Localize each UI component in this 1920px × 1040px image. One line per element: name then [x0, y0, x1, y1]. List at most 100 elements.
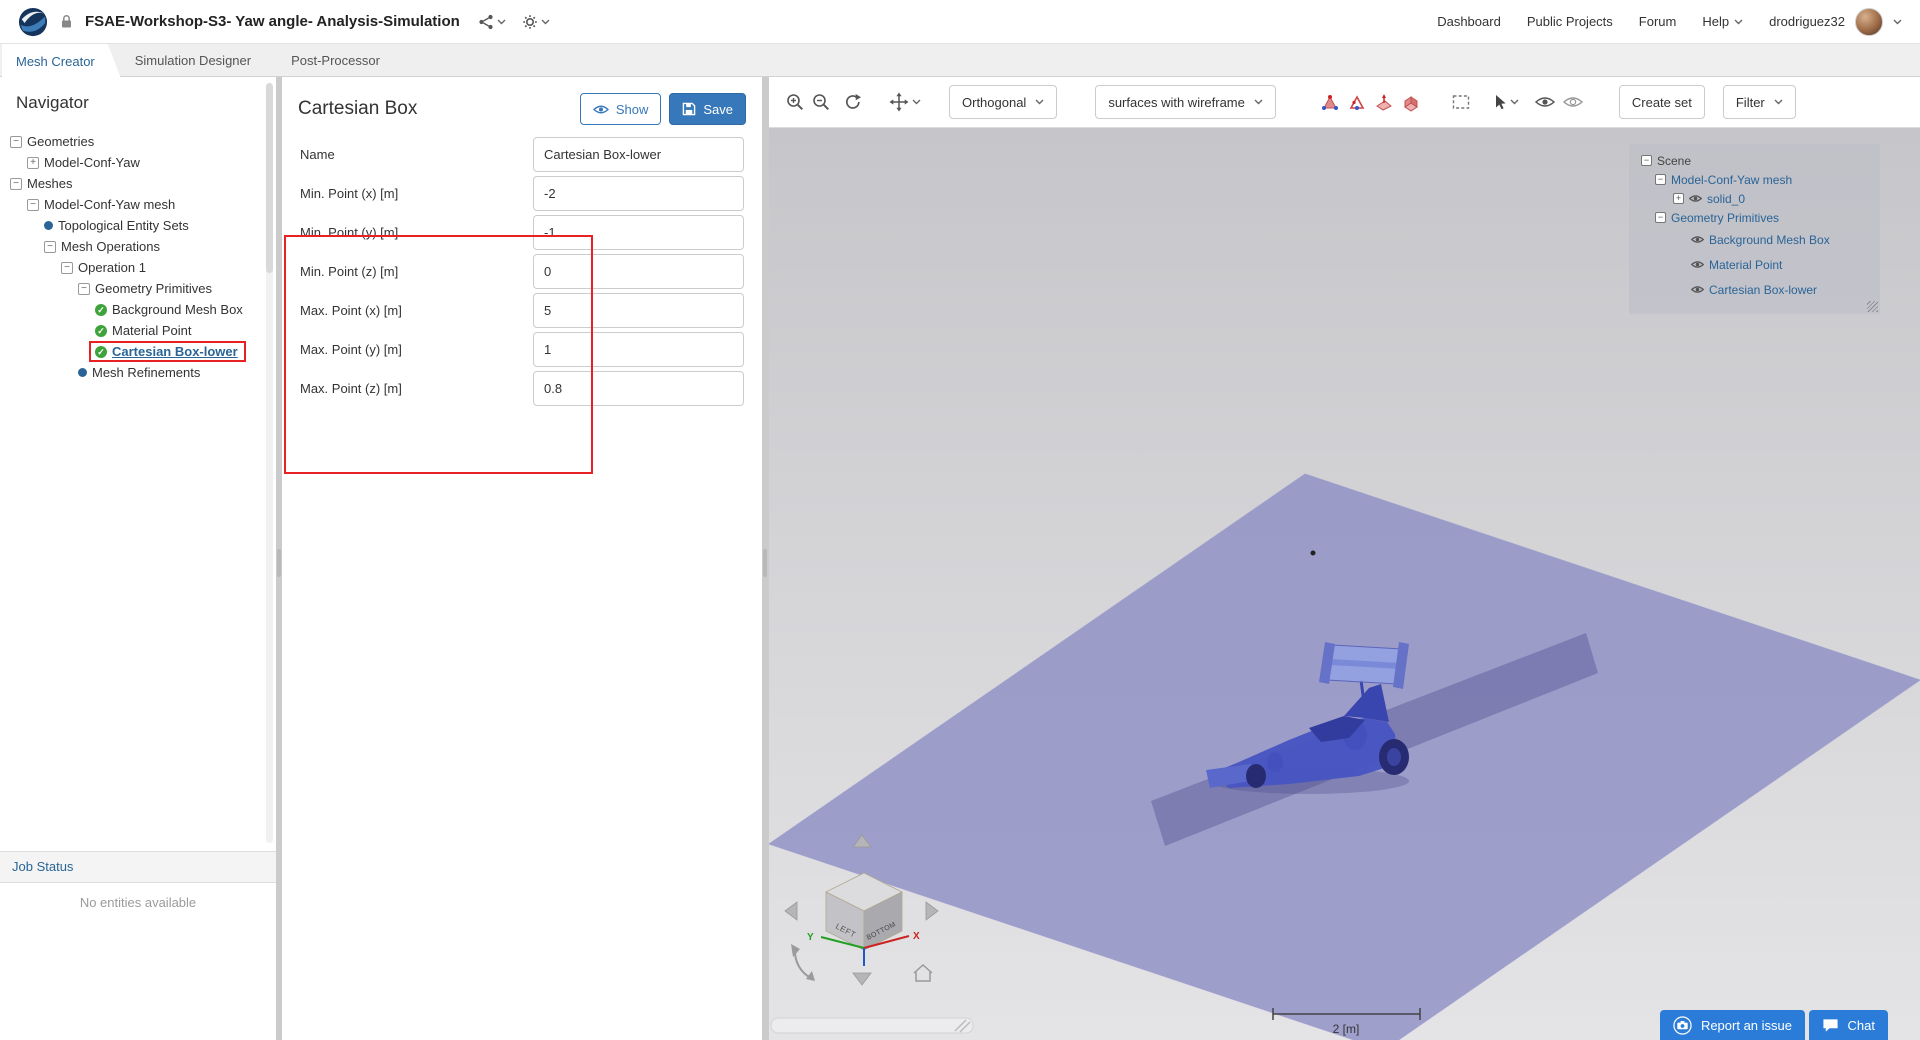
help-menu[interactable]: Help — [1702, 14, 1743, 29]
scene-item-label: Material Point — [1709, 257, 1783, 272]
create-set-button[interactable]: Create set — [1618, 85, 1705, 119]
job-status-header[interactable]: Job Status — [0, 851, 276, 883]
home-view-icon[interactable] — [913, 963, 933, 982]
projection-value: Orthogonal — [962, 94, 1027, 110]
pointer-select-menu[interactable] — [1493, 94, 1519, 110]
tree-item-model-conf-yaw-mesh[interactable]: Model-Conf-Yaw mesh — [0, 194, 276, 215]
collapse-icon[interactable] — [1655, 212, 1666, 223]
material-point-marker[interactable] — [1310, 550, 1316, 556]
roll-arrows[interactable] — [791, 944, 815, 981]
max-y-input[interactable] — [533, 332, 744, 367]
visibility-eye-icon[interactable] — [1689, 194, 1702, 203]
tree-item-operation-1[interactable]: Operation 1 — [0, 257, 276, 278]
scene-tree-item-background-mesh-box[interactable]: Background Mesh Box — [1635, 227, 1874, 252]
rotate-down-arrow — [852, 972, 872, 986]
scrollbar-thumb[interactable] — [266, 83, 273, 273]
min-z-input[interactable] — [533, 254, 744, 289]
splitter-grip[interactable] — [763, 549, 767, 577]
collapse-icon[interactable] — [10, 177, 22, 190]
report-issue-button[interactable]: Report an issue — [1659, 1010, 1805, 1040]
scene-tree-item-material-point[interactable]: Material Point — [1635, 252, 1874, 277]
pan-tool-menu[interactable] — [889, 92, 921, 112]
scene-tree-item-scene[interactable]: Scene — [1635, 151, 1874, 170]
tree-item-label: Meshes — [27, 176, 73, 191]
3d-canvas[interactable]: LEFT BOTTOM X Y 2 [m] − Scene − Model-Co… — [769, 128, 1920, 1040]
viewport-toolbar: Orthogonal surfaces with wireframe Creat… — [769, 77, 1920, 128]
navigator-scrollbar[interactable] — [266, 83, 273, 843]
tab-post-processor[interactable]: Post-Processor — [277, 44, 406, 76]
collapse-icon[interactable] — [1641, 155, 1652, 166]
collapse-icon[interactable] — [10, 135, 22, 148]
overlay-resize-grip[interactable] — [1867, 301, 1878, 312]
chat-button[interactable]: Chat — [1808, 1010, 1888, 1040]
user-avatar[interactable] — [1855, 7, 1883, 36]
scene-tree-item-cartesian-box-lower[interactable]: Cartesian Box-lower — [1635, 277, 1874, 302]
help-label: Help — [1702, 14, 1730, 29]
tree-item-mesh-refinements[interactable]: Mesh Refinements — [0, 362, 276, 383]
zoom-out-icon[interactable] — [809, 89, 833, 115]
render-mode-dropdown[interactable]: surfaces with wireframe — [1095, 85, 1276, 119]
user-menu[interactable]: drodriguez32 — [1769, 7, 1902, 36]
nav-link-forum[interactable]: Forum — [1639, 14, 1677, 29]
collapse-icon[interactable] — [78, 282, 90, 295]
nav-link-dashboard[interactable]: Dashboard — [1437, 14, 1501, 29]
x-axis-label: X — [913, 931, 920, 942]
tree-item-geometry-primitives[interactable]: Geometry Primitives — [0, 278, 276, 299]
name-input[interactable] — [533, 137, 744, 172]
panel-splitter-right[interactable] — [762, 77, 768, 1040]
expand-icon[interactable] — [27, 156, 39, 169]
tree-item-cartesian-box-lower[interactable]: Cartesian Box-lower — [0, 341, 276, 362]
project-title: FSAE-Workshop-S3- Yaw angle- Analysis-Si… — [85, 13, 460, 30]
tree-item-label: Model-Conf-Yaw — [44, 155, 140, 170]
tree-item-topological-entity-sets[interactable]: Topological Entity Sets — [0, 215, 276, 236]
tree-item-mesh-operations[interactable]: Mesh Operations — [0, 236, 276, 257]
collapse-icon[interactable] — [1655, 174, 1666, 185]
field-label-max-z: Max. Point (z) [m] — [300, 381, 402, 396]
min-x-input[interactable] — [533, 176, 744, 211]
select-faces-icon[interactable] — [1372, 89, 1396, 115]
tab-mesh-creator[interactable]: Mesh Creator — [2, 44, 121, 78]
tree-item-material-point[interactable]: Material Point — [0, 320, 276, 341]
app-logo-icon[interactable] — [18, 7, 48, 37]
tree-item-model-conf-yaw[interactable]: Model-Conf-Yaw — [0, 152, 276, 173]
visibility-eye-icon[interactable] — [1691, 260, 1704, 269]
scene-tree-item-solid-0[interactable]: solid_0 — [1635, 189, 1874, 208]
select-edges-icon[interactable] — [1345, 89, 1369, 115]
settings-menu-button[interactable] — [522, 14, 550, 30]
scene-tree-item-mesh[interactable]: Model-Conf-Yaw mesh — [1635, 170, 1874, 189]
save-button-label: Save — [703, 101, 733, 117]
field-label-name: Name — [300, 147, 335, 162]
max-z-input[interactable] — [533, 371, 744, 406]
tree-item-background-mesh-box[interactable]: Background Mesh Box — [0, 299, 276, 320]
nav-link-public-projects[interactable]: Public Projects — [1527, 14, 1613, 29]
tree-item-geometries[interactable]: Geometries — [0, 131, 276, 152]
collapse-icon[interactable] — [61, 261, 73, 274]
zoom-in-icon[interactable] — [783, 89, 807, 115]
tree-item-meshes[interactable]: Meshes — [0, 173, 276, 194]
visibility-eye-icon[interactable] — [1691, 235, 1704, 244]
panel-splitter-left[interactable] — [276, 77, 282, 1040]
collapse-icon[interactable] — [27, 198, 39, 211]
select-volumes-icon[interactable] — [1399, 89, 1423, 115]
save-button[interactable]: Save — [669, 93, 746, 125]
refresh-view-icon[interactable] — [841, 89, 865, 115]
show-all-icon[interactable] — [1533, 89, 1557, 115]
expand-icon[interactable] — [1673, 193, 1684, 204]
splitter-grip[interactable] — [277, 549, 281, 577]
visibility-eye-icon[interactable] — [1691, 285, 1704, 294]
hide-selected-icon[interactable] — [1561, 89, 1585, 115]
share-button[interactable] — [478, 14, 506, 30]
show-button[interactable]: Show — [579, 93, 662, 125]
filter-dropdown[interactable]: Filter — [1722, 85, 1796, 119]
projection-dropdown[interactable]: Orthogonal — [949, 85, 1058, 119]
field-label-max-x: Max. Point (x) [m] — [300, 303, 402, 318]
horizontal-scrollbar[interactable] — [770, 1017, 974, 1034]
min-y-input[interactable] — [533, 215, 744, 250]
collapse-icon[interactable] — [44, 240, 56, 253]
box-select-icon[interactable] — [1449, 89, 1473, 115]
max-x-input[interactable] — [533, 293, 744, 328]
tab-simulation-designer[interactable]: Simulation Designer — [121, 44, 277, 76]
viewport-3d: Orthogonal surfaces with wireframe Creat… — [769, 77, 1920, 1040]
select-vertices-icon[interactable] — [1318, 89, 1342, 115]
scene-tree-item-geometry-primitives[interactable]: Geometry Primitives — [1635, 208, 1874, 227]
